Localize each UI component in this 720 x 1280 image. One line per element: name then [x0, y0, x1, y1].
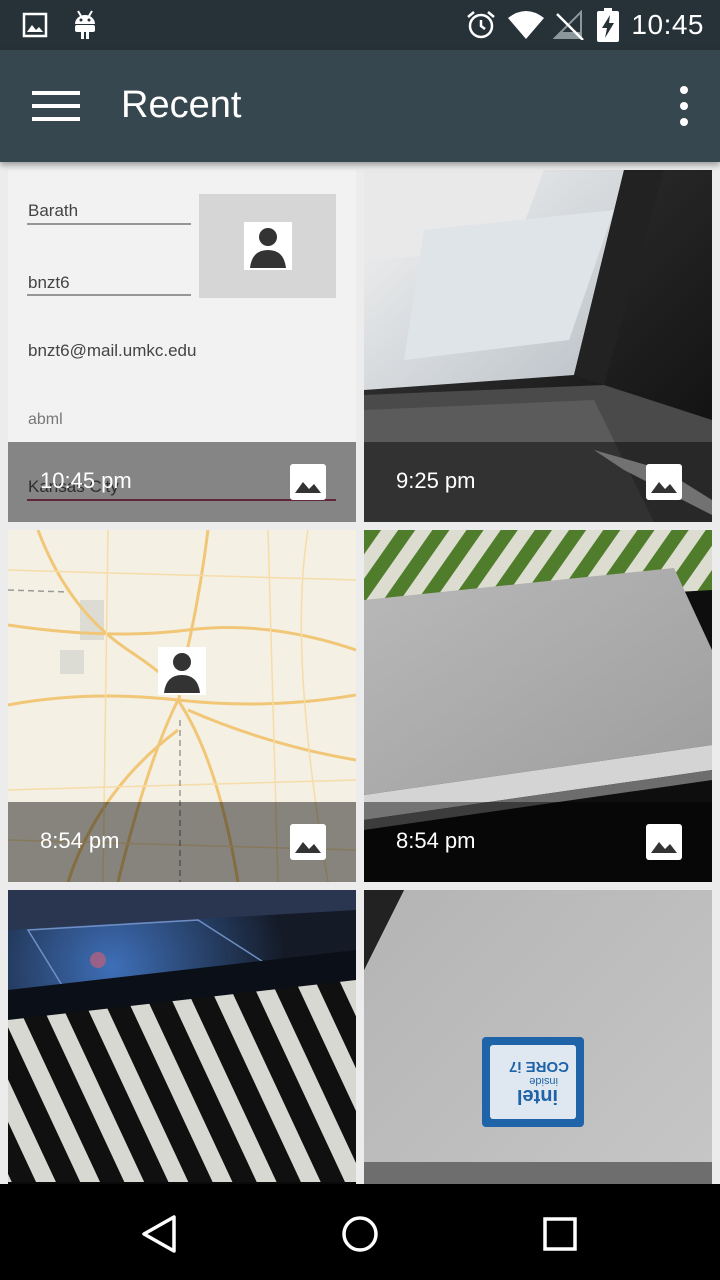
- photo-caption-bar: 9:25 pm: [364, 442, 712, 522]
- photo-timestamp: 10:45 pm: [40, 468, 132, 493]
- photo-tile[interactable]: 8:54 pm: [364, 530, 712, 882]
- photo-tile[interactable]: [8, 890, 356, 1184]
- wifi-icon: [508, 11, 544, 39]
- contact-username-text: bnzt6: [28, 273, 70, 292]
- photo-timestamp: 8:54 pm: [40, 828, 120, 853]
- photo-caption-bar: 8:54 pm: [364, 802, 712, 882]
- photo-tile[interactable]: 8:54 pm: [8, 530, 356, 882]
- photo-caption-bar: 10:45 pm: [8, 442, 356, 522]
- app-toolbar: Recent: [0, 50, 720, 162]
- recent-photos-grid: Barath bnzt6 bnzt6@mail.umkc.edu abml Ka…: [0, 162, 720, 1184]
- photo-caption-bar: 8:54 pm: [8, 802, 356, 882]
- contact-email-text: bnzt6@mail.umkc.edu: [28, 341, 196, 360]
- gallery-notification-icon: [22, 12, 48, 38]
- more-vert-icon[interactable]: [668, 80, 700, 132]
- image-icon: [646, 464, 682, 500]
- photo-tile[interactable]: inside CORE i7 intel: [364, 890, 712, 1184]
- photo-tile[interactable]: Barath bnzt6 bnzt6@mail.umkc.edu abml Ka…: [8, 170, 356, 522]
- home-icon[interactable]: [338, 1212, 382, 1256]
- photo-thumbnail: [8, 890, 356, 1184]
- android-notification-icon: [75, 10, 95, 39]
- clock-time: 10:45: [631, 9, 704, 40]
- status-bar: 10:45: [0, 0, 720, 50]
- no-signal-icon: [553, 10, 584, 40]
- photo-timestamp: 8:54 pm: [396, 828, 476, 853]
- photo-thumbnail: inside CORE i7 intel: [364, 890, 712, 1184]
- toolbar-title: Recent: [121, 84, 242, 126]
- image-icon: [290, 464, 326, 500]
- chip-text-line1: intel: [517, 1085, 558, 1107]
- back-icon[interactable]: [138, 1212, 182, 1256]
- battery-charging-icon: [597, 8, 619, 42]
- image-icon: [646, 824, 682, 860]
- photo-tile[interactable]: 9:25 pm: [364, 170, 712, 522]
- image-icon: [290, 824, 326, 860]
- contact-name-text: Barath: [28, 201, 78, 220]
- photo-timestamp: 9:25 pm: [396, 468, 476, 493]
- system-navigation-bar: [0, 1184, 720, 1280]
- alarm-icon: [467, 11, 495, 39]
- contact-field4-text: abml: [28, 411, 63, 428]
- chip-text-line2: CORE i7: [509, 1058, 569, 1075]
- hamburger-menu-icon[interactable]: [24, 82, 88, 130]
- recents-icon[interactable]: [538, 1212, 582, 1256]
